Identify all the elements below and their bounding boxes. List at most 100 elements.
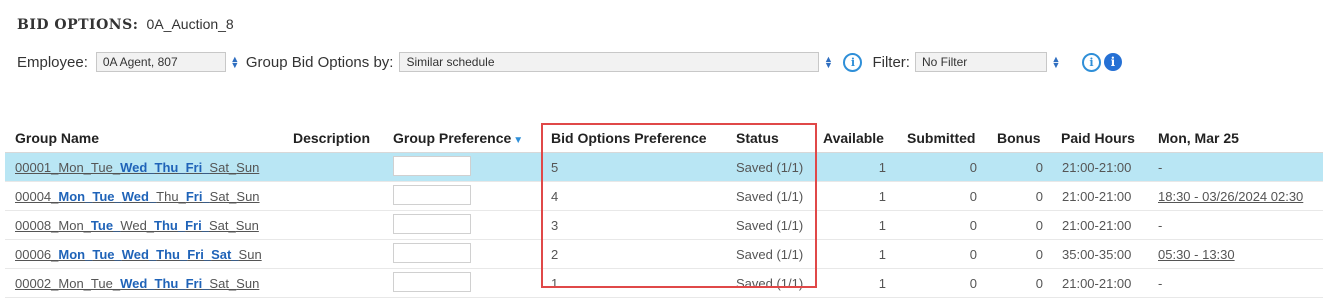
available-value: 1 <box>878 276 886 291</box>
table-row[interactable]: 00008_Mon_Tue_Wed_Thu_Fri_Sat_Sun 3 Saved … <box>5 211 1323 240</box>
group-preference-input[interactable] <box>393 214 471 234</box>
group-name-link[interactable]: 00008_Mon_Tue_Wed_Thu_Fri_Sat_Sun <box>15 218 259 233</box>
group-id: 00008_ <box>15 218 59 233</box>
day-token: Sun <box>238 247 262 262</box>
table-header: Group Name Description Group Preference ▼… <box>5 122 1323 153</box>
bonus-value: 0 <box>1035 189 1043 204</box>
available-value: 1 <box>878 218 886 233</box>
group-name-link[interactable]: 00004_Mon_Tue_Wed_Thu_Fri_Sat_Sun <box>15 189 260 204</box>
filter-info-icon[interactable]: i <box>1081 52 1101 72</box>
shift-value: - <box>1158 218 1163 233</box>
col-paid-hours[interactable]: Paid Hours <box>1061 130 1135 146</box>
day-token: Thu_ <box>156 247 188 262</box>
status-value: Saved (1/1) <box>736 218 804 233</box>
day-token: Fri_ <box>187 247 212 262</box>
day-token: Sun <box>236 189 260 204</box>
day-token: Mon_ <box>58 218 91 233</box>
group-preference-input[interactable] <box>393 185 471 205</box>
day-token: Thu_ <box>154 276 186 291</box>
available-value: 1 <box>878 189 886 204</box>
submitted-value: 0 <box>969 276 977 291</box>
group-by-select-arrows-icon[interactable]: ▲ ▼ <box>822 55 834 70</box>
controls-bar: Employee: 0A Agent, 807 ▲ ▼ Group Bid Opt… <box>17 50 1122 74</box>
available-value: 1 <box>878 247 886 262</box>
shift-link[interactable]: 05:30 - 13:30 <box>1158 247 1235 262</box>
page-title-label: BID OPTIONS: <box>17 17 139 33</box>
day-token: Tue_ <box>92 247 122 262</box>
table-row[interactable]: 00006_Mon_Tue_Wed_Thu_Fri_Sat_Sun 2 Saved … <box>5 240 1323 269</box>
status-value: Saved (1/1) <box>736 160 804 175</box>
col-bid-options-preference[interactable]: Bid Options Preference <box>551 130 707 146</box>
group-preference-input[interactable] <box>393 243 471 263</box>
group-name-link[interactable]: 00002_Mon_Tue_Wed_Thu_Fri_Sat_Sun <box>15 276 259 291</box>
col-day[interactable]: Mon, Mar 25 <box>1158 130 1239 146</box>
shift-value: - <box>1158 160 1163 175</box>
paid-hours-value: 21:00-21:00 <box>1062 218 1132 233</box>
bonus-value: 0 <box>1035 247 1043 262</box>
day-token: Tue_ <box>90 276 121 291</box>
group-name-link[interactable]: 00001_Mon_Tue_Wed_Thu_Fri_Sat_Sun <box>15 160 259 175</box>
day-token: Sat_ <box>209 160 237 175</box>
bonus-value: 0 <box>1035 218 1043 233</box>
help-info-icon[interactable]: i <box>1103 53 1122 71</box>
filter-select[interactable]: No Filter <box>914 52 1047 72</box>
auction-name: 0A_Auction_8 <box>146 16 234 32</box>
col-group-preference[interactable]: Group Preference ▼ <box>393 130 523 146</box>
page-title: BID OPTIONS: 0A_Auction_8 <box>17 16 234 33</box>
bid-options-preference-value: 2 <box>551 247 559 262</box>
group-preference-input[interactable] <box>393 272 471 292</box>
day-token: Thu_ <box>154 160 186 175</box>
employee-select-arrows-icon[interactable]: ▲ ▼ <box>229 55 241 70</box>
col-status[interactable]: Status <box>736 130 779 146</box>
col-bonus[interactable]: Bonus <box>997 130 1041 146</box>
filter-select-arrows-icon[interactable]: ▲ ▼ <box>1050 55 1062 70</box>
day-token: Mon_ <box>58 160 91 175</box>
group-by-select[interactable]: Similar schedule <box>399 52 820 72</box>
group-preference-input[interactable] <box>393 156 471 176</box>
employee-label: Employee: <box>17 53 88 71</box>
submitted-value: 0 <box>969 160 977 175</box>
bonus-value: 0 <box>1035 160 1043 175</box>
day-token: Mon_ <box>58 247 93 262</box>
status-value: Saved (1/1) <box>736 247 804 262</box>
bid-options-preference-value: 4 <box>551 189 559 204</box>
group-by-info-icon[interactable]: i <box>843 52 863 72</box>
sort-desc-icon: ▼ <box>513 135 524 146</box>
available-value: 1 <box>878 160 886 175</box>
day-token: Tue_ <box>90 160 121 175</box>
col-submitted[interactable]: Submitted <box>907 130 975 146</box>
day-token: Fri_ <box>185 218 209 233</box>
filter-label: Filter: <box>872 53 910 71</box>
col-group-name[interactable]: Group Name <box>15 130 99 146</box>
day-token: Wed_ <box>120 160 155 175</box>
bid-options-preference-value: 3 <box>551 218 559 233</box>
group-name-link[interactable]: 00006_Mon_Tue_Wed_Thu_Fri_Sat_Sun <box>15 247 262 262</box>
shift-link[interactable]: 18:30 - 03/26/2024 02:30 <box>1158 189 1303 204</box>
table-row[interactable]: 00004_Mon_Tue_Wed_Thu_Fri_Sat_Sun 4 Saved … <box>5 182 1323 211</box>
paid-hours-value: 35:00-35:00 <box>1062 247 1132 262</box>
day-token: Tue_ <box>92 189 122 204</box>
day-token: Sat_ <box>209 276 237 291</box>
day-token: Sun <box>236 276 260 291</box>
day-token: Thu_ <box>154 218 186 233</box>
day-token: Tue_ <box>90 218 121 233</box>
day-token: Fri_ <box>185 276 210 291</box>
day-token: Sun <box>236 160 260 175</box>
day-token: Sat_ <box>211 247 239 262</box>
day-token: Sat_ <box>209 189 237 204</box>
day-token: Mon_ <box>58 276 91 291</box>
paid-hours-value: 21:00-21:00 <box>1062 160 1132 175</box>
day-token: Wed_ <box>121 189 157 204</box>
table-row[interactable]: 00001_Mon_Tue_Wed_Thu_Fri_Sat_Sun 5 Saved … <box>5 153 1323 182</box>
table-row[interactable]: 00002_Mon_Tue_Wed_Thu_Fri_Sat_Sun 1 Saved … <box>5 269 1323 298</box>
employee-select[interactable]: 0A Agent, 807 <box>95 52 226 72</box>
status-value: Saved (1/1) <box>736 189 804 204</box>
col-available[interactable]: Available <box>823 130 884 146</box>
col-description[interactable]: Description <box>293 130 370 146</box>
group-id: 00006_ <box>15 247 59 262</box>
day-token: Wed_ <box>120 276 155 291</box>
table-body: 00001_Mon_Tue_Wed_Thu_Fri_Sat_Sun 5 Saved … <box>5 153 1323 298</box>
day-token: Thu_ <box>156 189 186 204</box>
day-token: Wed_ <box>121 247 157 262</box>
day-token: Sat_ <box>208 218 236 233</box>
